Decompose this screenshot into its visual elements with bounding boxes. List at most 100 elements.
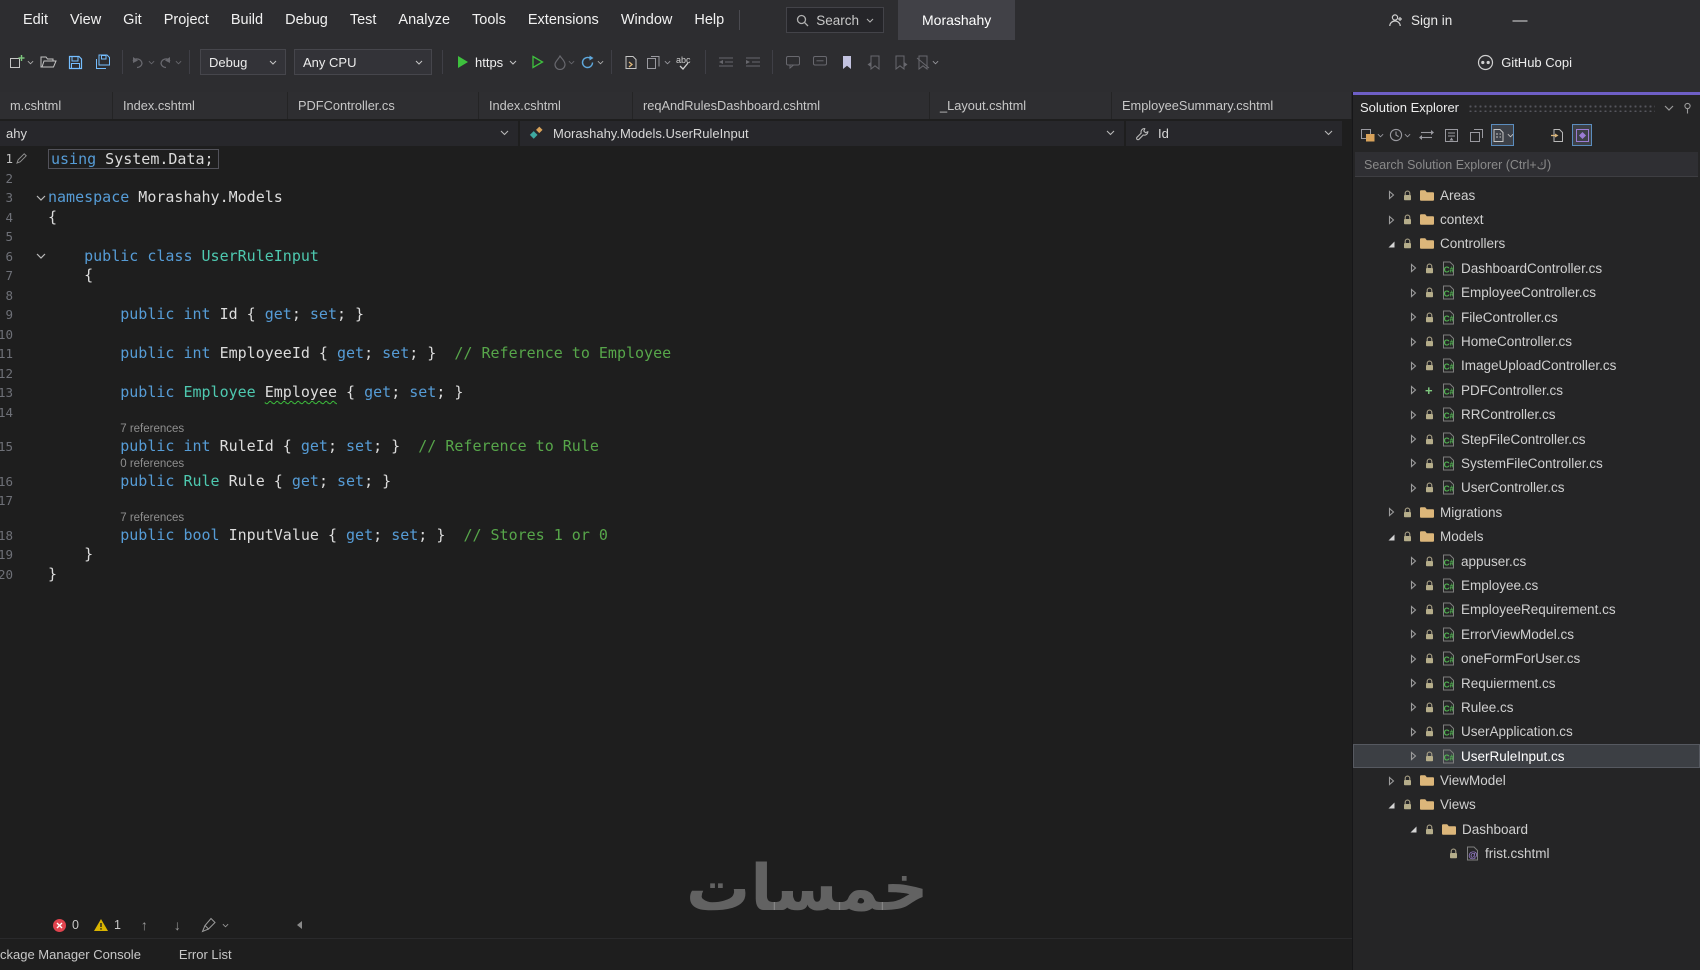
save-button[interactable]: [62, 49, 89, 75]
document-tab-layout-cshtml-5[interactable]: _Layout.cshtml: [930, 92, 1112, 119]
show-in-solution-explorer-button[interactable]: [618, 49, 645, 75]
tree-item-homecontroller-cs[interactable]: C# HomeController.cs: [1353, 329, 1700, 353]
previous-bookmark-button[interactable]: [860, 49, 887, 75]
tree-item-employeerequirement-cs[interactable]: C# EmployeeRequirement.cs: [1353, 598, 1700, 622]
collapse-arrow-icon[interactable]: [1387, 239, 1396, 249]
tree-item-employeecontroller-cs[interactable]: C# EmployeeController.cs: [1353, 281, 1700, 305]
collapse-all-button[interactable]: [1441, 124, 1461, 146]
fold-collapse-icon[interactable]: [36, 252, 46, 260]
tree-item-dashboardcontroller-cs[interactable]: C# DashboardController.cs: [1353, 256, 1700, 280]
document-tab-employeesummary-cshtml-6[interactable]: EmployeeSummary.cshtml: [1112, 92, 1352, 119]
switch-views-button[interactable]: [1360, 124, 1384, 146]
tree-item-frist-cshtml[interactable]: @ frist.cshtml: [1353, 842, 1700, 866]
tree-item-models[interactable]: Models: [1353, 524, 1700, 548]
expand-arrow-icon[interactable]: [1409, 458, 1418, 469]
new-item-button[interactable]: [8, 49, 35, 75]
tree-item-pdfcontroller-cs[interactable]: + C# PDFController.cs: [1353, 378, 1700, 402]
solution-explorer-search[interactable]: Search Solution Explorer (Ctrl+ك): [1355, 152, 1698, 177]
tree-item-areas[interactable]: Areas: [1353, 183, 1700, 207]
solution-name[interactable]: Morashahy: [898, 0, 1016, 40]
fold-toggle[interactable]: [33, 247, 48, 267]
sync-selection-button[interactable]: [1416, 124, 1436, 146]
title-search[interactable]: Search: [786, 7, 884, 33]
tree-item-controllers[interactable]: Controllers: [1353, 232, 1700, 256]
expand-arrow-icon[interactable]: [1409, 751, 1418, 761]
tree-item-oneformforuser-cs[interactable]: C# oneFormForUser.cs: [1353, 646, 1700, 670]
tree-item-context[interactable]: context: [1353, 207, 1700, 231]
previous-issue-button[interactable]: ↑: [135, 917, 154, 933]
preview-selected-items-button[interactable]: [1572, 124, 1592, 146]
menu-tools[interactable]: Tools: [461, 0, 517, 40]
expand-arrow-icon[interactable]: [1409, 483, 1418, 493]
tree-item-rulee-cs[interactable]: C# Rulee.cs: [1353, 695, 1700, 719]
save-all-button[interactable]: [89, 49, 116, 75]
expand-arrow-icon[interactable]: [1409, 361, 1418, 371]
fold-collapse-icon[interactable]: [36, 194, 46, 202]
tree-item-views[interactable]: Views: [1353, 793, 1700, 817]
tree-item-systemfilecontroller-cs[interactable]: C# SystemFileController.cs: [1353, 451, 1700, 475]
toggle-bookmark-button[interactable]: [833, 49, 860, 75]
document-tab-reqandrulesdashboard-cshtml-4[interactable]: reqAndRulesDashboard.cshtml: [633, 92, 930, 119]
tree-item-filecontroller-cs[interactable]: C# FileController.cs: [1353, 305, 1700, 329]
tree-item-stepfilecontroller-cs[interactable]: C# StepFileController.cs: [1353, 427, 1700, 451]
collapse-arrow-icon[interactable]: [1387, 800, 1396, 810]
solution-configuration-dropdown[interactable]: Debug: [200, 49, 286, 75]
menu-help[interactable]: Help: [683, 0, 735, 40]
start-debugging-button[interactable]: https: [449, 49, 524, 75]
tree-item-usercontroller-cs[interactable]: C# UserController.cs: [1353, 476, 1700, 500]
menu-git[interactable]: Git: [112, 0, 153, 40]
window-menu-icon[interactable]: [1664, 105, 1674, 111]
properties-window-button[interactable]: [1466, 124, 1486, 146]
expand-arrow-icon[interactable]: [1409, 288, 1418, 298]
expand-arrow-icon[interactable]: [1387, 190, 1396, 200]
undo-button[interactable]: [129, 49, 156, 75]
navigate-documents-button[interactable]: [645, 49, 672, 75]
next-issue-button[interactable]: ↓: [168, 917, 187, 933]
code-cleanup-button[interactable]: [201, 917, 229, 933]
increase-indent-button[interactable]: [739, 49, 766, 75]
document-tab-index-cshtml-1[interactable]: Index.cshtml: [113, 92, 288, 119]
tree-item-requierment-cs[interactable]: C# Requierment.cs: [1353, 671, 1700, 695]
expand-arrow-icon[interactable]: [1409, 580, 1418, 591]
show-all-files-button[interactable]: [1491, 124, 1514, 146]
expand-arrow-icon[interactable]: [1409, 653, 1418, 664]
expand-arrow-icon[interactable]: [1409, 385, 1418, 396]
codelens-references[interactable]: 0 references: [0, 457, 1352, 472]
menu-build[interactable]: Build: [220, 0, 274, 40]
tree-item-appuser-cs[interactable]: C# appuser.cs: [1353, 549, 1700, 573]
expand-arrow-icon[interactable]: [1387, 214, 1396, 225]
comment-button[interactable]: [779, 49, 806, 75]
expand-arrow-icon[interactable]: [1409, 678, 1418, 688]
codelens-references[interactable]: 7 references: [0, 511, 1352, 526]
tree-item-employee-cs[interactable]: C# Employee.cs: [1353, 573, 1700, 597]
open-file-button[interactable]: [35, 49, 62, 75]
menu-edit[interactable]: Edit: [12, 0, 59, 40]
sign-in-button[interactable]: Sign in: [1388, 0, 1452, 40]
clear-bookmarks-button[interactable]: [914, 49, 941, 75]
error-indicator[interactable]: 0: [52, 918, 79, 933]
expand-arrow-icon[interactable]: [1387, 775, 1396, 786]
tree-item-dashboard[interactable]: Dashboard: [1353, 817, 1700, 841]
tree-item-migrations[interactable]: Migrations: [1353, 500, 1700, 524]
expand-arrow-icon[interactable]: [1409, 336, 1418, 347]
menu-debug[interactable]: Debug: [274, 0, 339, 40]
expand-arrow-icon[interactable]: [1409, 556, 1418, 566]
solution-platform-dropdown[interactable]: Any CPU: [294, 49, 432, 75]
document-tab-index-cshtml-3[interactable]: Index.cshtml: [479, 92, 633, 119]
pin-icon[interactable]: [1682, 102, 1693, 114]
code-editor[interactable]: 1 using System.Data; 2 3 namespace Morashahy…: [0, 148, 1352, 912]
next-bookmark-button[interactable]: [887, 49, 914, 75]
menu-test[interactable]: Test: [339, 0, 388, 40]
minimize-button[interactable]: —: [1503, 0, 1537, 40]
menu-view[interactable]: View: [59, 0, 112, 40]
start-without-debugging-button[interactable]: [524, 49, 551, 75]
codelens-references[interactable]: 7 references: [0, 422, 1352, 437]
menu-window[interactable]: Window: [610, 0, 684, 40]
horizontal-scrollbar[interactable]: [295, 920, 305, 930]
fold-toggle[interactable]: [33, 188, 48, 208]
expand-arrow-icon[interactable]: [1409, 727, 1418, 737]
tab-error-list[interactable]: Error List: [179, 947, 232, 962]
redo-button[interactable]: [156, 49, 183, 75]
expand-arrow-icon[interactable]: [1409, 312, 1418, 322]
warning-indicator[interactable]: 1: [93, 918, 121, 932]
